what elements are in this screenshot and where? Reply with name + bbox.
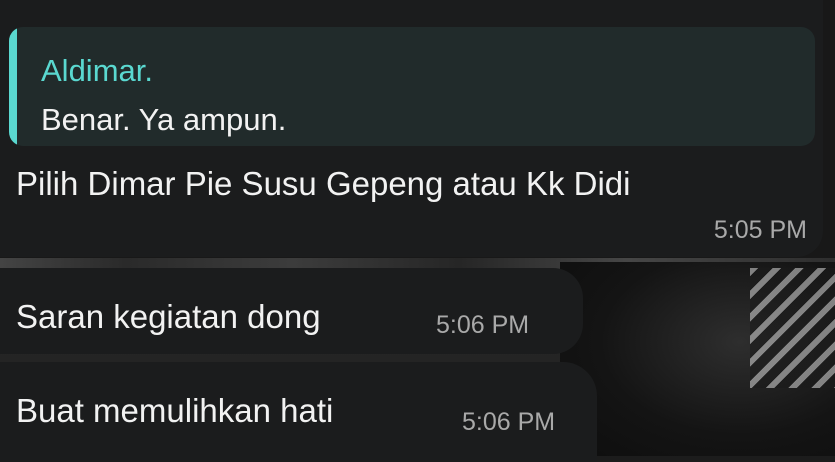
reply-quote-text: Benar. Ya ampun.: [41, 102, 287, 137]
reply-quote-author: Aldimar.: [41, 53, 153, 88]
message-bubble[interactable]: Saran kegiatan dong 5:06 PM: [0, 268, 583, 354]
message-text: Pilih Dimar Pie Susu Gepeng atau Kk Didi: [16, 165, 631, 202]
message-timestamp: 5:06 PM: [436, 311, 530, 339]
message-text: Saran kegiatan dong: [16, 298, 321, 335]
message-text: Buat memulihkan hati: [16, 392, 334, 429]
wallpaper-pattern: [750, 268, 835, 388]
message-bubble[interactable]: Aldimar. Benar. Ya ampun. Pilih Dimar Pi…: [0, 0, 823, 257]
message-timestamp: 5:06 PM: [462, 408, 556, 436]
reply-quote[interactable]: Aldimar. Benar. Ya ampun.: [9, 27, 815, 146]
reply-quote-bar: [9, 27, 17, 146]
message-bubble[interactable]: Buat memulihkan hati 5:06 PM: [0, 362, 597, 462]
message-timestamp: 5:05 PM: [713, 216, 807, 244]
